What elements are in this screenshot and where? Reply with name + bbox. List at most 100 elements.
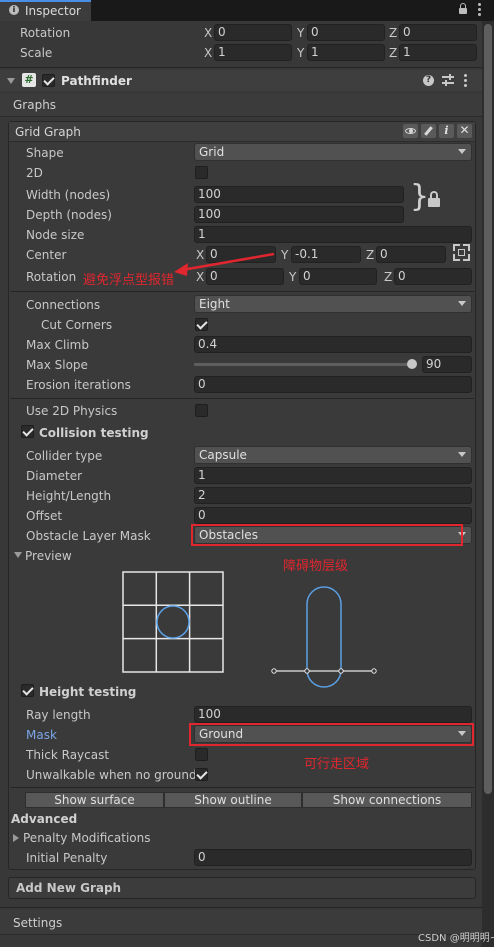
- grid-preview-image: [122, 571, 224, 673]
- connections-dropdown[interactable]: Eight: [194, 295, 472, 313]
- foldout-arrow-icon[interactable]: [7, 78, 15, 84]
- axis-z-label: Z: [366, 248, 375, 262]
- diameter-field[interactable]: 1: [194, 467, 472, 484]
- max-slope-label: Max Slope: [26, 358, 88, 372]
- tab-label: Inspector: [25, 4, 81, 18]
- transform-scale-z[interactable]: 1: [399, 44, 477, 61]
- mask-label: Mask: [26, 728, 57, 742]
- depth-label: Depth (nodes): [26, 208, 112, 222]
- chevron-down-icon: [458, 452, 466, 457]
- height-testing-checkbox[interactable]: [21, 684, 34, 697]
- transform-rotation-z[interactable]: 0: [399, 24, 477, 41]
- node-size-field[interactable]: 1: [194, 226, 472, 243]
- height-length-label: Height/Length: [26, 489, 112, 503]
- depth-field[interactable]: 100: [194, 206, 404, 223]
- add-new-graph-button[interactable]: Add New Graph: [8, 877, 476, 899]
- node-size-label: Node size: [26, 228, 85, 242]
- initial-penalty-field[interactable]: 0: [194, 849, 472, 866]
- chevron-down-icon: [458, 149, 466, 154]
- penalty-foldout-icon[interactable]: [13, 834, 19, 842]
- separator: [10, 291, 474, 292]
- settings-header[interactable]: Settings: [0, 910, 482, 935]
- advanced-label: Advanced: [11, 812, 78, 826]
- use-2d-physics-checkbox[interactable]: [195, 404, 208, 417]
- lock-icon[interactable]: [428, 191, 440, 207]
- ray-length-label: Ray length: [26, 708, 91, 722]
- close-icon[interactable]: ✕: [457, 124, 472, 138]
- height-length-field[interactable]: 2: [194, 487, 472, 504]
- capsule-preview-image: [271, 586, 377, 688]
- width-field[interactable]: 100: [194, 186, 404, 203]
- cut-corners-label: Cut Corners: [41, 318, 113, 332]
- component-enabled-checkbox[interactable]: [42, 74, 55, 87]
- transform-rotation-x[interactable]: 0: [214, 24, 292, 41]
- shape-dropdown[interactable]: Grid: [194, 143, 472, 161]
- max-slope-slider-track[interactable]: [194, 363, 416, 366]
- snap-center-icon[interactable]: [453, 244, 470, 261]
- separator: [10, 398, 474, 399]
- rotation-z-field[interactable]: 0: [394, 268, 472, 285]
- center-z-field[interactable]: 0: [376, 246, 446, 263]
- collider-type-label: Collider type: [26, 449, 103, 463]
- erosion-label: Erosion iterations: [26, 378, 131, 392]
- axis-y-label: Y: [297, 26, 305, 40]
- separator: [0, 67, 482, 68]
- erosion-field[interactable]: 0: [194, 376, 472, 393]
- thick-raycast-checkbox[interactable]: [195, 748, 208, 761]
- unwalkable-checkbox[interactable]: [195, 768, 208, 781]
- unwalkable-label: Unwalkable when no ground: [26, 768, 197, 782]
- obstacle-mask-annotation: 障碍物层级: [283, 559, 349, 574]
- axis-z-label: Z: [384, 270, 393, 284]
- help-icon[interactable]: ?: [423, 75, 434, 86]
- axis-z-label: Z: [389, 26, 398, 40]
- transform-scale-label: Scale: [20, 46, 53, 60]
- axis-y-label: Y: [281, 248, 289, 262]
- cut-corners-checkbox[interactable]: [195, 318, 208, 331]
- max-climb-field[interactable]: 0.4: [194, 336, 472, 353]
- info-icon[interactable]: i: [439, 124, 454, 138]
- lock-icon[interactable]: [459, 3, 467, 14]
- presets-icon[interactable]: [442, 74, 454, 86]
- eye-icon[interactable]: [403, 124, 418, 138]
- offset-field[interactable]: 0: [194, 507, 472, 524]
- scrollbar-thumb[interactable]: [484, 24, 492, 794]
- thick-raycast-label: Thick Raycast: [26, 748, 110, 762]
- collision-testing-checkbox[interactable]: [21, 425, 34, 438]
- show-outline-button[interactable]: Show outline: [164, 792, 302, 808]
- more-menu-icon[interactable]: [464, 74, 467, 87]
- connections-label: Connections: [26, 298, 101, 312]
- max-slope-field[interactable]: 90: [422, 356, 472, 373]
- shape-label: Shape: [26, 146, 64, 160]
- show-surface-button[interactable]: Show surface: [25, 792, 164, 808]
- axis-z-label: Z: [389, 46, 398, 60]
- more-menu-icon[interactable]: [478, 3, 481, 16]
- axis-y-label: Y: [297, 46, 305, 60]
- graphs-header: [0, 94, 482, 117]
- link-bracket-icon: }: [410, 179, 430, 214]
- show-connections-button[interactable]: Show connections: [302, 792, 472, 808]
- max-slope-slider-handle[interactable]: [407, 359, 417, 369]
- transform-rotation-y[interactable]: 0: [307, 24, 385, 41]
- max-climb-label: Max Climb: [26, 338, 89, 352]
- pencil-icon[interactable]: [421, 124, 436, 138]
- connections-value: Eight: [199, 297, 230, 311]
- obstacle-mask-label: Obstacle Layer Mask: [26, 529, 151, 543]
- transform-scale-x[interactable]: 1: [214, 44, 292, 61]
- collider-type-dropdown[interactable]: Capsule: [194, 446, 472, 464]
- annotation-arrow: [174, 252, 275, 276]
- center-label: Center: [26, 248, 67, 262]
- separator: [0, 907, 482, 908]
- center-y-field[interactable]: -0.1: [291, 246, 361, 263]
- info-icon: i: [9, 5, 19, 15]
- preview-foldout-icon[interactable]: [14, 552, 22, 558]
- rotation-y-field[interactable]: 0: [299, 268, 377, 285]
- shape-value: Grid: [199, 145, 225, 159]
- tab-inspector[interactable]: i Inspector: [0, 0, 91, 21]
- 2d-checkbox[interactable]: [195, 166, 208, 179]
- transform-scale-y[interactable]: 1: [307, 44, 385, 61]
- axis-x-label: X: [204, 46, 213, 60]
- initial-penalty-label: Initial Penalty: [26, 851, 108, 865]
- ray-length-field[interactable]: 100: [194, 706, 472, 723]
- mask-annotation: 可行走区域: [304, 757, 370, 772]
- axis-x-label: X: [204, 26, 213, 40]
